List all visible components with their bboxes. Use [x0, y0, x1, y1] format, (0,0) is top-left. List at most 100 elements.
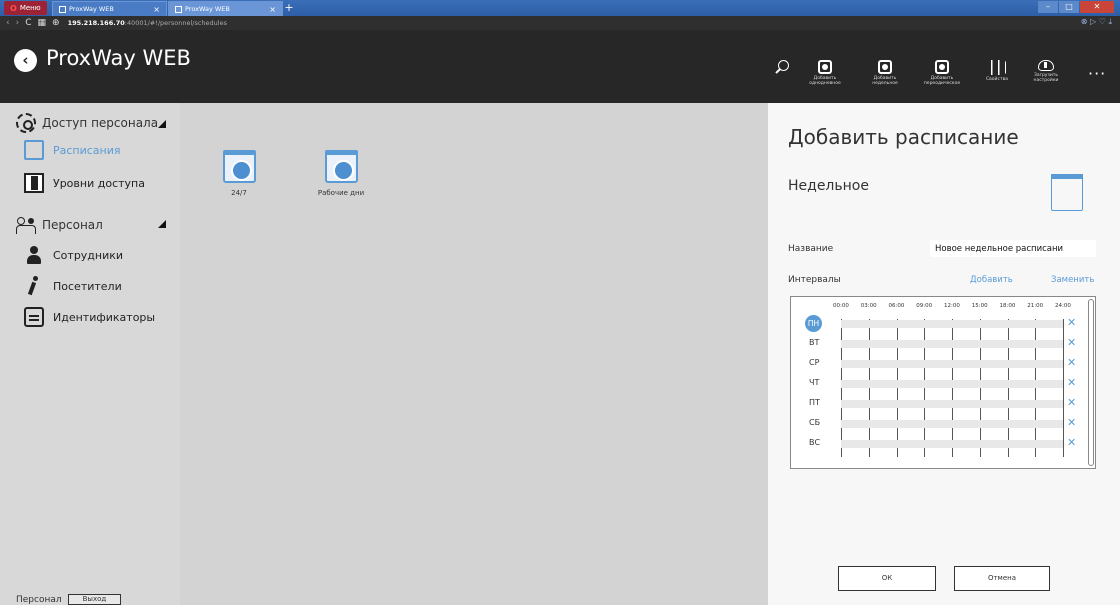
sliders-icon [988, 60, 1006, 75]
browser-tab-title: ProxWay WEB [185, 5, 230, 13]
close-tab-icon[interactable]: × [153, 5, 160, 14]
time-tick-label: 21:00 [1027, 303, 1044, 309]
name-input[interactable]: Новое недельное расписани [930, 240, 1096, 257]
search-icon[interactable] [778, 60, 789, 71]
day-label[interactable]: СБ [809, 418, 820, 427]
ok-button[interactable]: ОК [838, 566, 936, 591]
cancel-button[interactable]: Отмена [954, 566, 1050, 591]
schedule-calendar-icon [222, 150, 256, 183]
load-settings-button[interactable]: Загрузить настройки [1017, 60, 1075, 83]
replace-interval-link[interactable]: Заменить [1051, 275, 1094, 285]
clear-day-icon[interactable]: ✕ [1067, 416, 1076, 429]
day-interval-row[interactable] [841, 440, 1063, 448]
add-interval-link[interactable]: Добавить [970, 275, 1013, 285]
day-interval-row[interactable] [841, 320, 1063, 328]
window-controls: – □ ✕ [1038, 1, 1114, 13]
clear-day-icon[interactable]: ✕ [1067, 376, 1076, 389]
day-label[interactable]: ПН [805, 315, 822, 332]
schedule-calendar-icon [324, 150, 358, 183]
sidebar-group-access[interactable]: Доступ персонала [16, 113, 158, 133]
sidebar-group-label: Доступ персонала [42, 116, 159, 130]
time-tick-label: 15:00 [971, 303, 988, 309]
address-bar: ‹ › C ▦ ⊕ 195.218.166.70:40001/#!/person… [0, 16, 1120, 30]
browser-tab[interactable]: ProxWay WEB × [52, 1, 167, 16]
calendar-icon [24, 140, 44, 160]
tool-label-2: однодневное [809, 81, 841, 86]
schedule-tile[interactable]: Рабочие дни [306, 150, 376, 197]
card-printer-icon [24, 307, 44, 327]
sidebar-footer: Персонал Выход [16, 594, 122, 605]
day-label[interactable]: ПТ [809, 398, 820, 407]
collapse-triangle-icon[interactable] [158, 120, 166, 128]
sidebar-item-schedules[interactable]: Расписания [24, 140, 121, 160]
address-bar-actions[interactable]: ⊗ ▷ ♡ ⤓ [1081, 17, 1112, 27]
sidebar-item-visitors[interactable]: Посетители [24, 276, 122, 296]
day-interval-row[interactable] [841, 420, 1063, 428]
forward-nav-icon[interactable]: › [16, 18, 20, 28]
people-icon [16, 215, 36, 235]
back-arrow-icon[interactable]: ‹ [14, 49, 37, 72]
clear-day-icon[interactable]: ✕ [1067, 396, 1076, 409]
exit-button[interactable]: Выход [67, 594, 122, 605]
sidebar-group-label: Персонал [42, 218, 103, 232]
close-window-button[interactable]: ✕ [1080, 1, 1114, 13]
url-host: 195.218.166.70 [67, 19, 125, 27]
add-schedule-icon [878, 60, 892, 74]
add-daily-button[interactable]: Добавить однодневное [796, 60, 854, 86]
time-tick-label: 24:00 [1055, 303, 1071, 309]
visitor-icon [24, 276, 44, 296]
day-interval-row[interactable] [841, 360, 1063, 368]
time-tick-label: 06:00 [888, 303, 905, 309]
tool-label-2: настройки [1033, 78, 1059, 83]
clear-day-icon[interactable]: ✕ [1067, 356, 1076, 369]
collapse-triangle-icon[interactable] [158, 220, 166, 228]
browser-menu-button[interactable]: O Меню [4, 1, 47, 15]
day-label[interactable]: ВТ [809, 338, 819, 347]
day-label[interactable]: ВС [809, 438, 820, 447]
clear-day-icon[interactable]: ✕ [1067, 316, 1076, 329]
sidebar-item-label: Посетители [53, 279, 122, 293]
add-weekly-button[interactable]: Добавить недельное [856, 60, 914, 86]
back-nav-icon[interactable]: ‹ [6, 18, 10, 28]
browser-tab-title: ProxWay WEB [69, 5, 114, 13]
sidebar-item-identifiers[interactable]: Идентификаторы [24, 307, 155, 327]
sidebar-item-label: Уровни доступа [53, 176, 145, 190]
day-interval-row[interactable] [841, 380, 1063, 388]
browser-tabbar: O Меню ProxWay WEB × ProxWay WEB × + – □… [0, 0, 1120, 16]
day-label[interactable]: СР [809, 358, 819, 367]
schedule-tile-label: Рабочие дни [317, 189, 365, 197]
sidebar-group-personnel[interactable]: Персонал [16, 215, 103, 235]
minimize-button[interactable]: – [1038, 1, 1058, 13]
schedule-tile[interactable]: 24/7 [204, 150, 274, 197]
grid-scrollbar[interactable] [1088, 299, 1094, 466]
close-tab-icon[interactable]: × [269, 5, 276, 14]
day-interval-row[interactable] [841, 400, 1063, 408]
time-gridline [1063, 319, 1064, 457]
reload-icon[interactable]: C [25, 18, 31, 28]
sidebar-item-label: Идентификаторы [53, 310, 156, 324]
sidebar-item-access-levels[interactable]: Уровни доступа [24, 173, 145, 193]
time-tick-label: 18:00 [999, 303, 1016, 309]
sidebar-item-employees[interactable]: Сотрудники [24, 245, 123, 265]
speed-dial-icon[interactable]: ▦ [38, 18, 47, 28]
day-interval-row[interactable] [841, 340, 1063, 348]
url-path: :40001/#!/personnel/schedules [124, 19, 227, 27]
employee-icon [24, 245, 44, 265]
cloud-upload-icon [1038, 60, 1054, 71]
clear-day-icon[interactable]: ✕ [1067, 336, 1076, 349]
browser-tab-active[interactable]: ProxWay WEB × [168, 1, 283, 16]
time-tick-label: 09:00 [916, 303, 933, 309]
add-periodic-button[interactable]: Добавить переодическое [913, 60, 971, 86]
weekly-calendar-icon [1051, 174, 1083, 211]
new-tab-button[interactable]: + [283, 2, 295, 14]
day-label[interactable]: ЧТ [809, 378, 819, 387]
clear-day-icon[interactable]: ✕ [1067, 436, 1076, 449]
maximize-button[interactable]: □ [1059, 1, 1079, 13]
intervals-label: Интервалы [788, 275, 841, 285]
more-menu-icon[interactable]: ··· [1088, 64, 1106, 83]
week-interval-grid[interactable]: 00:00 03:00 06:00 09:00 12:00 15:00 18:00 21:00… [790, 296, 1096, 469]
url-field[interactable]: 195.218.166.70:40001/#!/personnel/schedu… [68, 19, 227, 27]
schedule-type-label: Недельное [788, 178, 869, 194]
time-tick-label: 03:00 [860, 303, 877, 309]
globe-icon: ⊕ [52, 18, 60, 28]
